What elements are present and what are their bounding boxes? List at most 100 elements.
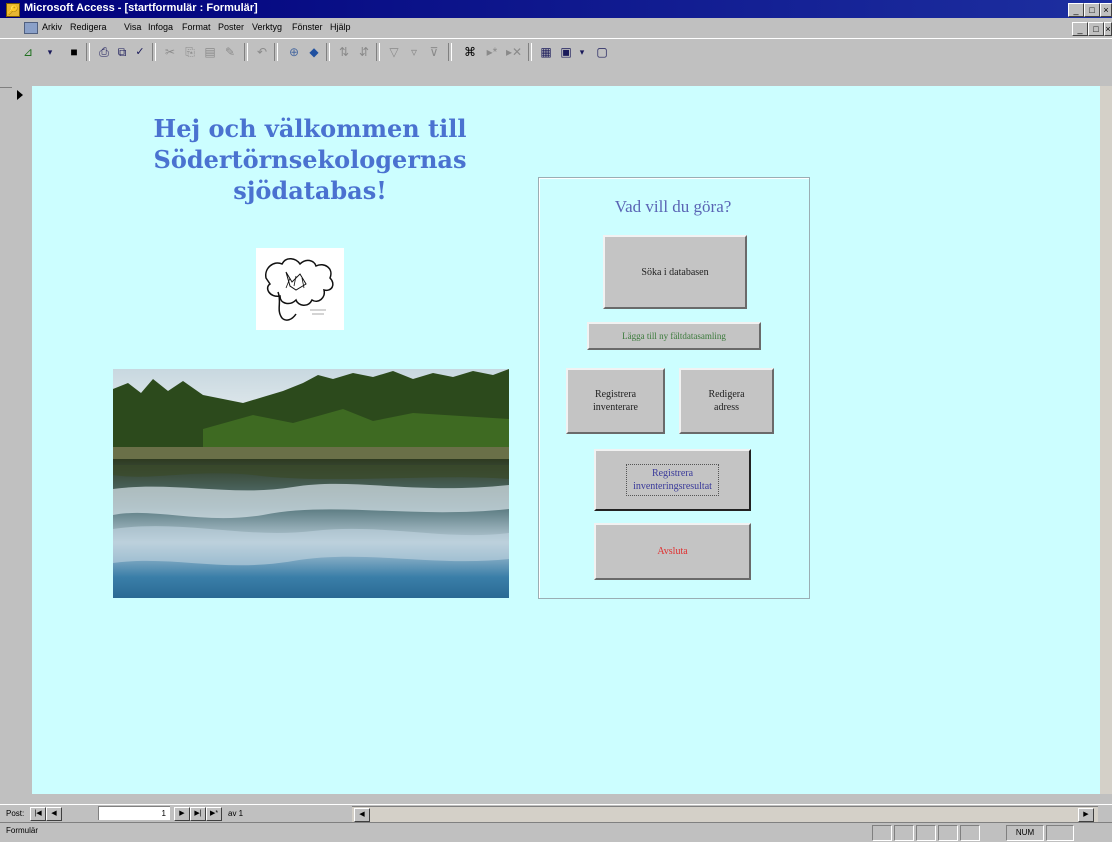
status-panel xyxy=(894,825,914,841)
new-record-icon[interactable]: ▸* xyxy=(484,44,500,60)
horizontal-scrollbar[interactable]: ◀ ▶ xyxy=(352,806,1098,822)
toolbar-separator xyxy=(152,43,156,61)
menu-poster[interactable]: Poster xyxy=(218,22,244,32)
new-object-icon[interactable]: ▣ xyxy=(558,44,574,60)
close-button[interactable]: × xyxy=(1100,3,1112,17)
menu-fonster[interactable]: Fönster xyxy=(292,22,323,32)
web-icon[interactable]: ◆ xyxy=(306,44,322,60)
status-panel xyxy=(916,825,936,841)
spelling-icon[interactable]: ✓ xyxy=(132,44,148,60)
toolbar-separator xyxy=(448,43,452,61)
status-bar: Formulär NUM xyxy=(0,822,1112,842)
save-icon[interactable]: ■ xyxy=(66,44,82,60)
menu-arkiv[interactable]: Arkiv xyxy=(42,22,62,32)
toolbar-separator xyxy=(244,43,248,61)
toolbar-separator xyxy=(376,43,380,61)
next-record-icon[interactable]: ▶ xyxy=(174,807,190,821)
sodertorn-map-logo xyxy=(256,248,344,330)
paste-icon[interactable]: ▤ xyxy=(202,44,218,60)
current-record-arrow-icon xyxy=(17,90,23,100)
edit-address-label: Redigera adress xyxy=(706,386,746,416)
vertical-scrollbar[interactable] xyxy=(1100,86,1112,794)
register-result-line2: inventeringsresultat xyxy=(633,481,712,492)
previous-record-icon[interactable]: ◀ xyxy=(46,807,62,821)
undo-icon[interactable]: ↶ xyxy=(254,44,270,60)
menu-visa[interactable]: Visa xyxy=(124,22,141,32)
print-preview-icon[interactable]: ⧉ xyxy=(114,44,130,60)
minimize-button[interactable]: _ xyxy=(1068,3,1084,17)
quit-button[interactable]: Avsluta xyxy=(594,523,751,580)
search-database-button[interactable]: Söka i databasen xyxy=(603,235,747,309)
toolbar: ⊿ ▾ ■ ⎙ ⧉ ✓ ✂ ⎘ ▤ ✎ ↶ ⊕ ◆ ⇅ ⇵ ▽ ▿ ⊽ ⌘ ▸*… xyxy=(0,38,1112,88)
edit-address-line2: adress xyxy=(714,402,739,413)
status-panel xyxy=(1046,825,1074,841)
status-panel xyxy=(960,825,980,841)
current-record-field[interactable]: 1 xyxy=(98,806,170,820)
welcome-heading-line3: sjödatabas! xyxy=(233,176,387,205)
welcome-heading: Hej och välkommen till Södertörnsekologe… xyxy=(110,113,510,206)
register-result-line1: Registrera xyxy=(651,468,694,479)
register-inventory-person-label: Registrera inventerare xyxy=(591,386,640,416)
add-lake-data-label: Lägga till ny fältdatasamling xyxy=(622,330,726,341)
maximize-button[interactable]: □ xyxy=(1084,3,1100,17)
welcome-heading-line1: Hej och välkommen till xyxy=(153,114,467,143)
search-database-label: Söka i databasen xyxy=(641,266,709,278)
format-painter-icon[interactable]: ✎ xyxy=(222,44,238,60)
view-icon[interactable]: ⊿ xyxy=(20,44,36,60)
doc-restore-button[interactable]: □ xyxy=(1088,22,1104,36)
title-bar: 🔑 Microsoft Access - [startformulär : Fo… xyxy=(0,0,1112,18)
register-inventory-person-button[interactable]: Registrera inventerare xyxy=(566,368,665,434)
doc-minimize-button[interactable]: _ xyxy=(1072,22,1088,36)
cut-icon[interactable]: ✂ xyxy=(162,44,178,60)
menu-redigera[interactable]: Redigera xyxy=(70,22,107,32)
toolbar-separator xyxy=(326,43,330,61)
lake-photo-graphic xyxy=(113,369,509,598)
apply-filter-icon[interactable]: ⊽ xyxy=(426,44,442,60)
register-inventory-result-button[interactable]: Registrera inventeringsresultat xyxy=(594,449,751,511)
map-logo-graphic xyxy=(265,258,334,321)
register-inventory-result-label: Registrera inventeringsresultat xyxy=(626,464,719,496)
find-icon[interactable]: ⌘ xyxy=(462,44,478,60)
register-inventory-line1: Registrera xyxy=(594,389,637,400)
help-icon[interactable]: ▢ xyxy=(594,44,610,60)
last-record-icon[interactable]: ▶| xyxy=(190,807,206,821)
sort-descending-icon[interactable]: ⇵ xyxy=(356,44,372,60)
record-label: Post: xyxy=(6,809,25,818)
new-object-dropdown-icon[interactable]: ▾ xyxy=(574,44,590,60)
record-selector[interactable] xyxy=(12,86,33,794)
menu-bar: Arkiv Redigera Visa Infoga Format Poster… xyxy=(0,18,1112,38)
edit-address-button[interactable]: Redigera adress xyxy=(679,368,774,434)
filter-by-selection-icon[interactable]: ▽ xyxy=(386,44,402,60)
menu-verktyg[interactable]: Verktyg xyxy=(252,22,282,32)
record-navigation-bar: Post: |◀ ◀ 1 ▶ ▶| ▶* av 1 ◀ ▶ xyxy=(0,804,1112,823)
scroll-left-icon[interactable]: ◀ xyxy=(354,808,370,822)
menu-hjalp[interactable]: Hjälp xyxy=(330,22,351,32)
num-lock-indicator: NUM xyxy=(1006,825,1044,841)
print-icon[interactable]: ⎙ xyxy=(96,44,112,60)
copy-icon[interactable]: ⎘ xyxy=(182,44,198,60)
toolbar-separator xyxy=(274,43,278,61)
scroll-right-icon[interactable]: ▶ xyxy=(1078,808,1094,822)
new-record-nav-icon[interactable]: ▶* xyxy=(206,807,222,821)
filter-by-form-icon[interactable]: ▿ xyxy=(406,44,422,60)
sort-ascending-icon[interactable]: ⇅ xyxy=(336,44,352,60)
form-document-icon[interactable] xyxy=(24,22,38,34)
menu-format[interactable]: Format xyxy=(182,22,211,32)
status-panel xyxy=(872,825,892,841)
status-text: Formulär xyxy=(6,826,39,835)
register-inventory-line2: inventerare xyxy=(593,402,638,413)
access-app-icon[interactable]: 🔑 xyxy=(6,3,20,17)
delete-record-icon[interactable]: ▸✕ xyxy=(506,44,522,60)
record-count: av 1 xyxy=(228,809,244,818)
doc-close-button[interactable]: × xyxy=(1104,22,1112,36)
quit-label: Avsluta xyxy=(657,546,688,557)
hyperlink-icon[interactable]: ⊕ xyxy=(286,44,302,60)
database-window-icon[interactable]: ▦ xyxy=(538,44,554,60)
first-record-icon[interactable]: |◀ xyxy=(30,807,46,821)
toolbar-separator xyxy=(86,43,90,61)
toolbar-separator xyxy=(528,43,532,61)
menu-infoga[interactable]: Infoga xyxy=(148,22,173,32)
add-lake-data-button[interactable]: Lägga till ny fältdatasamling xyxy=(587,322,761,350)
window-title: Microsoft Access - [startformulär : Form… xyxy=(24,2,258,14)
view-dropdown-icon[interactable]: ▾ xyxy=(42,44,58,60)
